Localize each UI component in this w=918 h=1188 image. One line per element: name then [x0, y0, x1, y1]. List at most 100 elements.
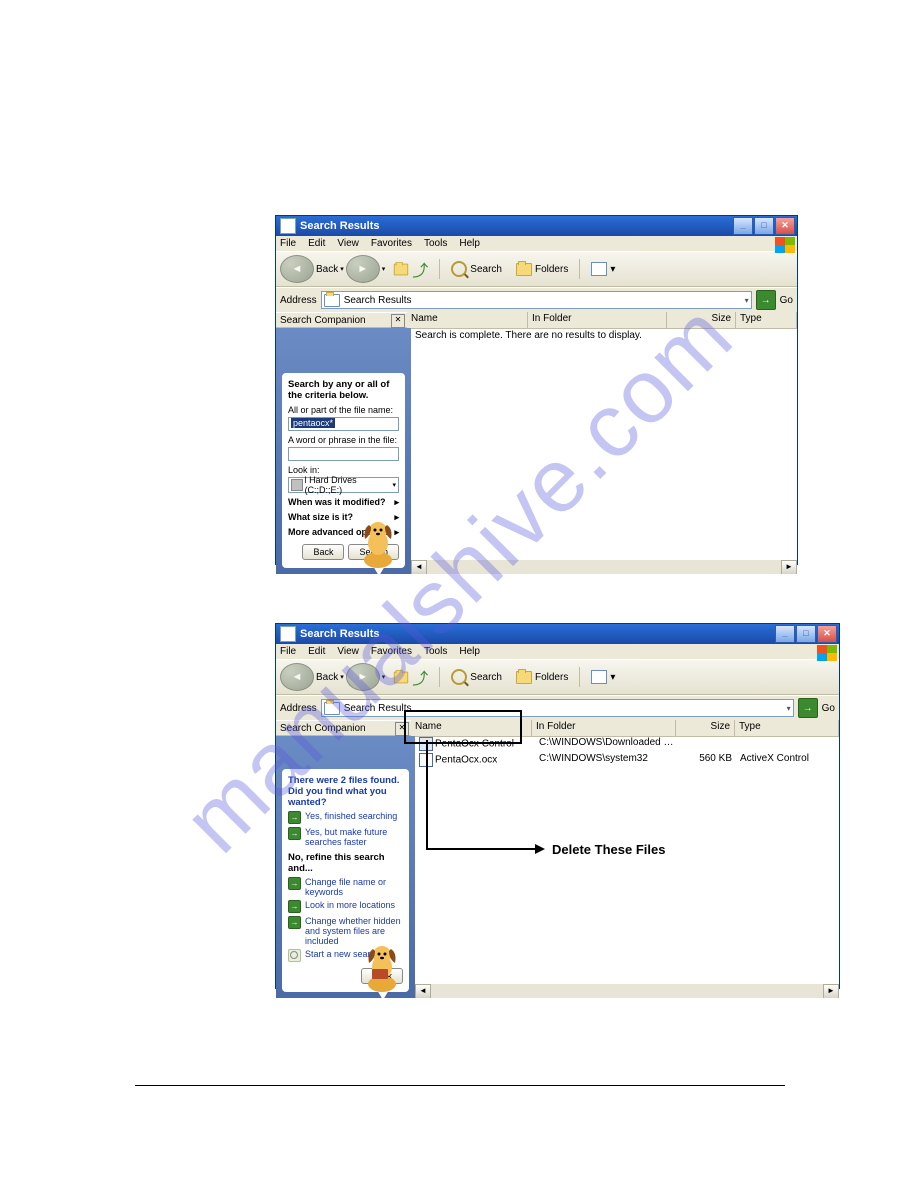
- up-button[interactable]: ⤴: [387, 662, 434, 692]
- input-phrase[interactable]: [288, 447, 399, 461]
- menu-help[interactable]: Help: [459, 238, 480, 249]
- table-row[interactable]: PentaOcx.ocx C:\WINDOWS\system32 560 KB …: [415, 752, 839, 768]
- search-icon: [451, 669, 467, 685]
- address-input[interactable]: Search Results ▾: [321, 699, 794, 717]
- separator-line: [135, 1085, 785, 1086]
- views-icon: [591, 670, 607, 684]
- control-icon: [419, 737, 433, 751]
- maximize-button[interactable]: □: [796, 625, 816, 643]
- dog-icon: [353, 515, 403, 570]
- address-icon: [324, 294, 340, 307]
- search-companion-panel: There were 2 files found. Did you find w…: [276, 736, 415, 998]
- status-message: Search is complete. There are no results…: [411, 328, 797, 343]
- column-infolder[interactable]: In Folder: [528, 312, 667, 328]
- link-change-name[interactable]: →Change file name or keywords: [288, 877, 403, 897]
- menu-edit[interactable]: Edit: [308, 238, 325, 249]
- up-button[interactable]: ⤴: [387, 254, 434, 284]
- menu-view[interactable]: View: [337, 646, 359, 657]
- link-more-locations[interactable]: →Look in more locations: [288, 900, 403, 913]
- window-icon: [280, 626, 296, 642]
- minimize-button[interactable]: _: [733, 217, 753, 235]
- results-pane: PentaOcx Control C:\WINDOWS\Downloaded P…: [415, 736, 839, 998]
- windows-logo-icon: [817, 645, 837, 661]
- back-button[interactable]: Back: [302, 544, 344, 560]
- expand-modified[interactable]: When was it modified?▸: [288, 497, 399, 508]
- back-button[interactable]: ◄: [280, 255, 314, 283]
- refine-heading: No, refine this search and...: [288, 852, 403, 874]
- go-label: Go: [822, 703, 835, 714]
- address-bar: Address Search Results ▾ → Go: [276, 287, 797, 312]
- forward-button[interactable]: ►: [346, 663, 380, 691]
- close-button[interactable]: ✕: [817, 625, 837, 643]
- minimize-button[interactable]: _: [775, 625, 795, 643]
- menu-edit[interactable]: Edit: [308, 646, 325, 657]
- horizontal-scrollbar[interactable]: ◄►: [411, 560, 797, 574]
- arrow-icon: →: [288, 916, 301, 929]
- horizontal-scrollbar[interactable]: ◄►: [415, 984, 839, 998]
- titlebar[interactable]: Search Results _ □ ✕: [276, 624, 839, 644]
- menu-help[interactable]: Help: [459, 646, 480, 657]
- search-companion-panel: Search by any or all of the criteria bel…: [276, 328, 411, 574]
- menu-favorites[interactable]: Favorites: [371, 238, 412, 249]
- arrow-icon: →: [288, 811, 301, 824]
- address-label: Address: [280, 703, 317, 714]
- search-button[interactable]: Search: [445, 258, 508, 280]
- menu-tools[interactable]: Tools: [424, 238, 447, 249]
- go-label: Go: [780, 295, 793, 306]
- windows-logo-icon: [775, 237, 795, 253]
- menubar: File Edit View Favorites Tools Help: [276, 236, 797, 251]
- menubar: File Edit View Favorites Tools Help: [276, 644, 839, 659]
- companion-close-button[interactable]: ✕: [395, 722, 409, 736]
- dog-icon: [357, 939, 407, 994]
- forward-button[interactable]: ►: [346, 255, 380, 283]
- maximize-button[interactable]: □: [754, 217, 774, 235]
- views-icon: [591, 262, 607, 276]
- address-icon: [324, 702, 340, 715]
- views-button[interactable]: ▾: [585, 667, 621, 687]
- folders-button[interactable]: Folders: [510, 260, 574, 279]
- column-size[interactable]: Size: [667, 312, 736, 328]
- table-row[interactable]: PentaOcx Control C:\WINDOWS\Downloaded P…: [415, 736, 839, 752]
- results-pane: Search is complete. There are no results…: [411, 328, 797, 574]
- folders-button[interactable]: Folders: [510, 668, 574, 687]
- go-button[interactable]: →: [798, 698, 818, 718]
- link-faster[interactable]: →Yes, but make future searches faster: [288, 827, 403, 847]
- link-finished[interactable]: →Yes, finished searching: [288, 811, 403, 824]
- label-phrase: A word or phrase in the file:: [288, 435, 399, 445]
- menu-tools[interactable]: Tools: [424, 646, 447, 657]
- folder-icon: [516, 263, 532, 276]
- select-lookin[interactable]: l Hard Drives (C:;D:;E:) ▾: [288, 477, 399, 493]
- menu-file[interactable]: File: [280, 646, 296, 657]
- search-button[interactable]: Search: [445, 666, 508, 688]
- menu-view[interactable]: View: [337, 238, 359, 249]
- menu-file[interactable]: File: [280, 238, 296, 249]
- column-type[interactable]: Type: [735, 720, 839, 736]
- list-header: Name In Folder Size Type: [411, 720, 839, 737]
- companion-header: Search Companion ✕: [276, 720, 411, 736]
- titlebar[interactable]: Search Results _ □ ✕: [276, 216, 797, 236]
- back-label: Back: [316, 264, 338, 275]
- column-type[interactable]: Type: [736, 312, 797, 328]
- go-button[interactable]: →: [756, 290, 776, 310]
- found-heading: There were 2 files found. Did you find w…: [288, 775, 399, 808]
- menu-favorites[interactable]: Favorites: [371, 646, 412, 657]
- search-heading: Search by any or all of the criteria bel…: [288, 379, 389, 401]
- folder-icon: [516, 671, 532, 684]
- magnifier-icon: [288, 949, 301, 962]
- search-icon: [451, 261, 467, 277]
- back-button[interactable]: ◄: [280, 663, 314, 691]
- window-search-results-2: Search Results _ □ ✕ File Edit View Favo…: [275, 623, 840, 989]
- close-button[interactable]: ✕: [775, 217, 795, 235]
- companion-close-button[interactable]: ✕: [391, 314, 405, 328]
- drive-icon: [291, 479, 303, 491]
- column-infolder[interactable]: In Folder: [532, 720, 676, 736]
- views-button[interactable]: ▾: [585, 259, 621, 279]
- column-name[interactable]: Name: [411, 720, 532, 736]
- address-bar: Address Search Results ▾ → Go: [276, 695, 839, 720]
- column-name[interactable]: Name: [407, 312, 528, 328]
- input-filename[interactable]: pentaocx*: [288, 417, 399, 431]
- address-label: Address: [280, 295, 317, 306]
- column-size[interactable]: Size: [676, 720, 735, 736]
- window-title: Search Results: [300, 220, 379, 232]
- address-input[interactable]: Search Results ▾: [321, 291, 752, 309]
